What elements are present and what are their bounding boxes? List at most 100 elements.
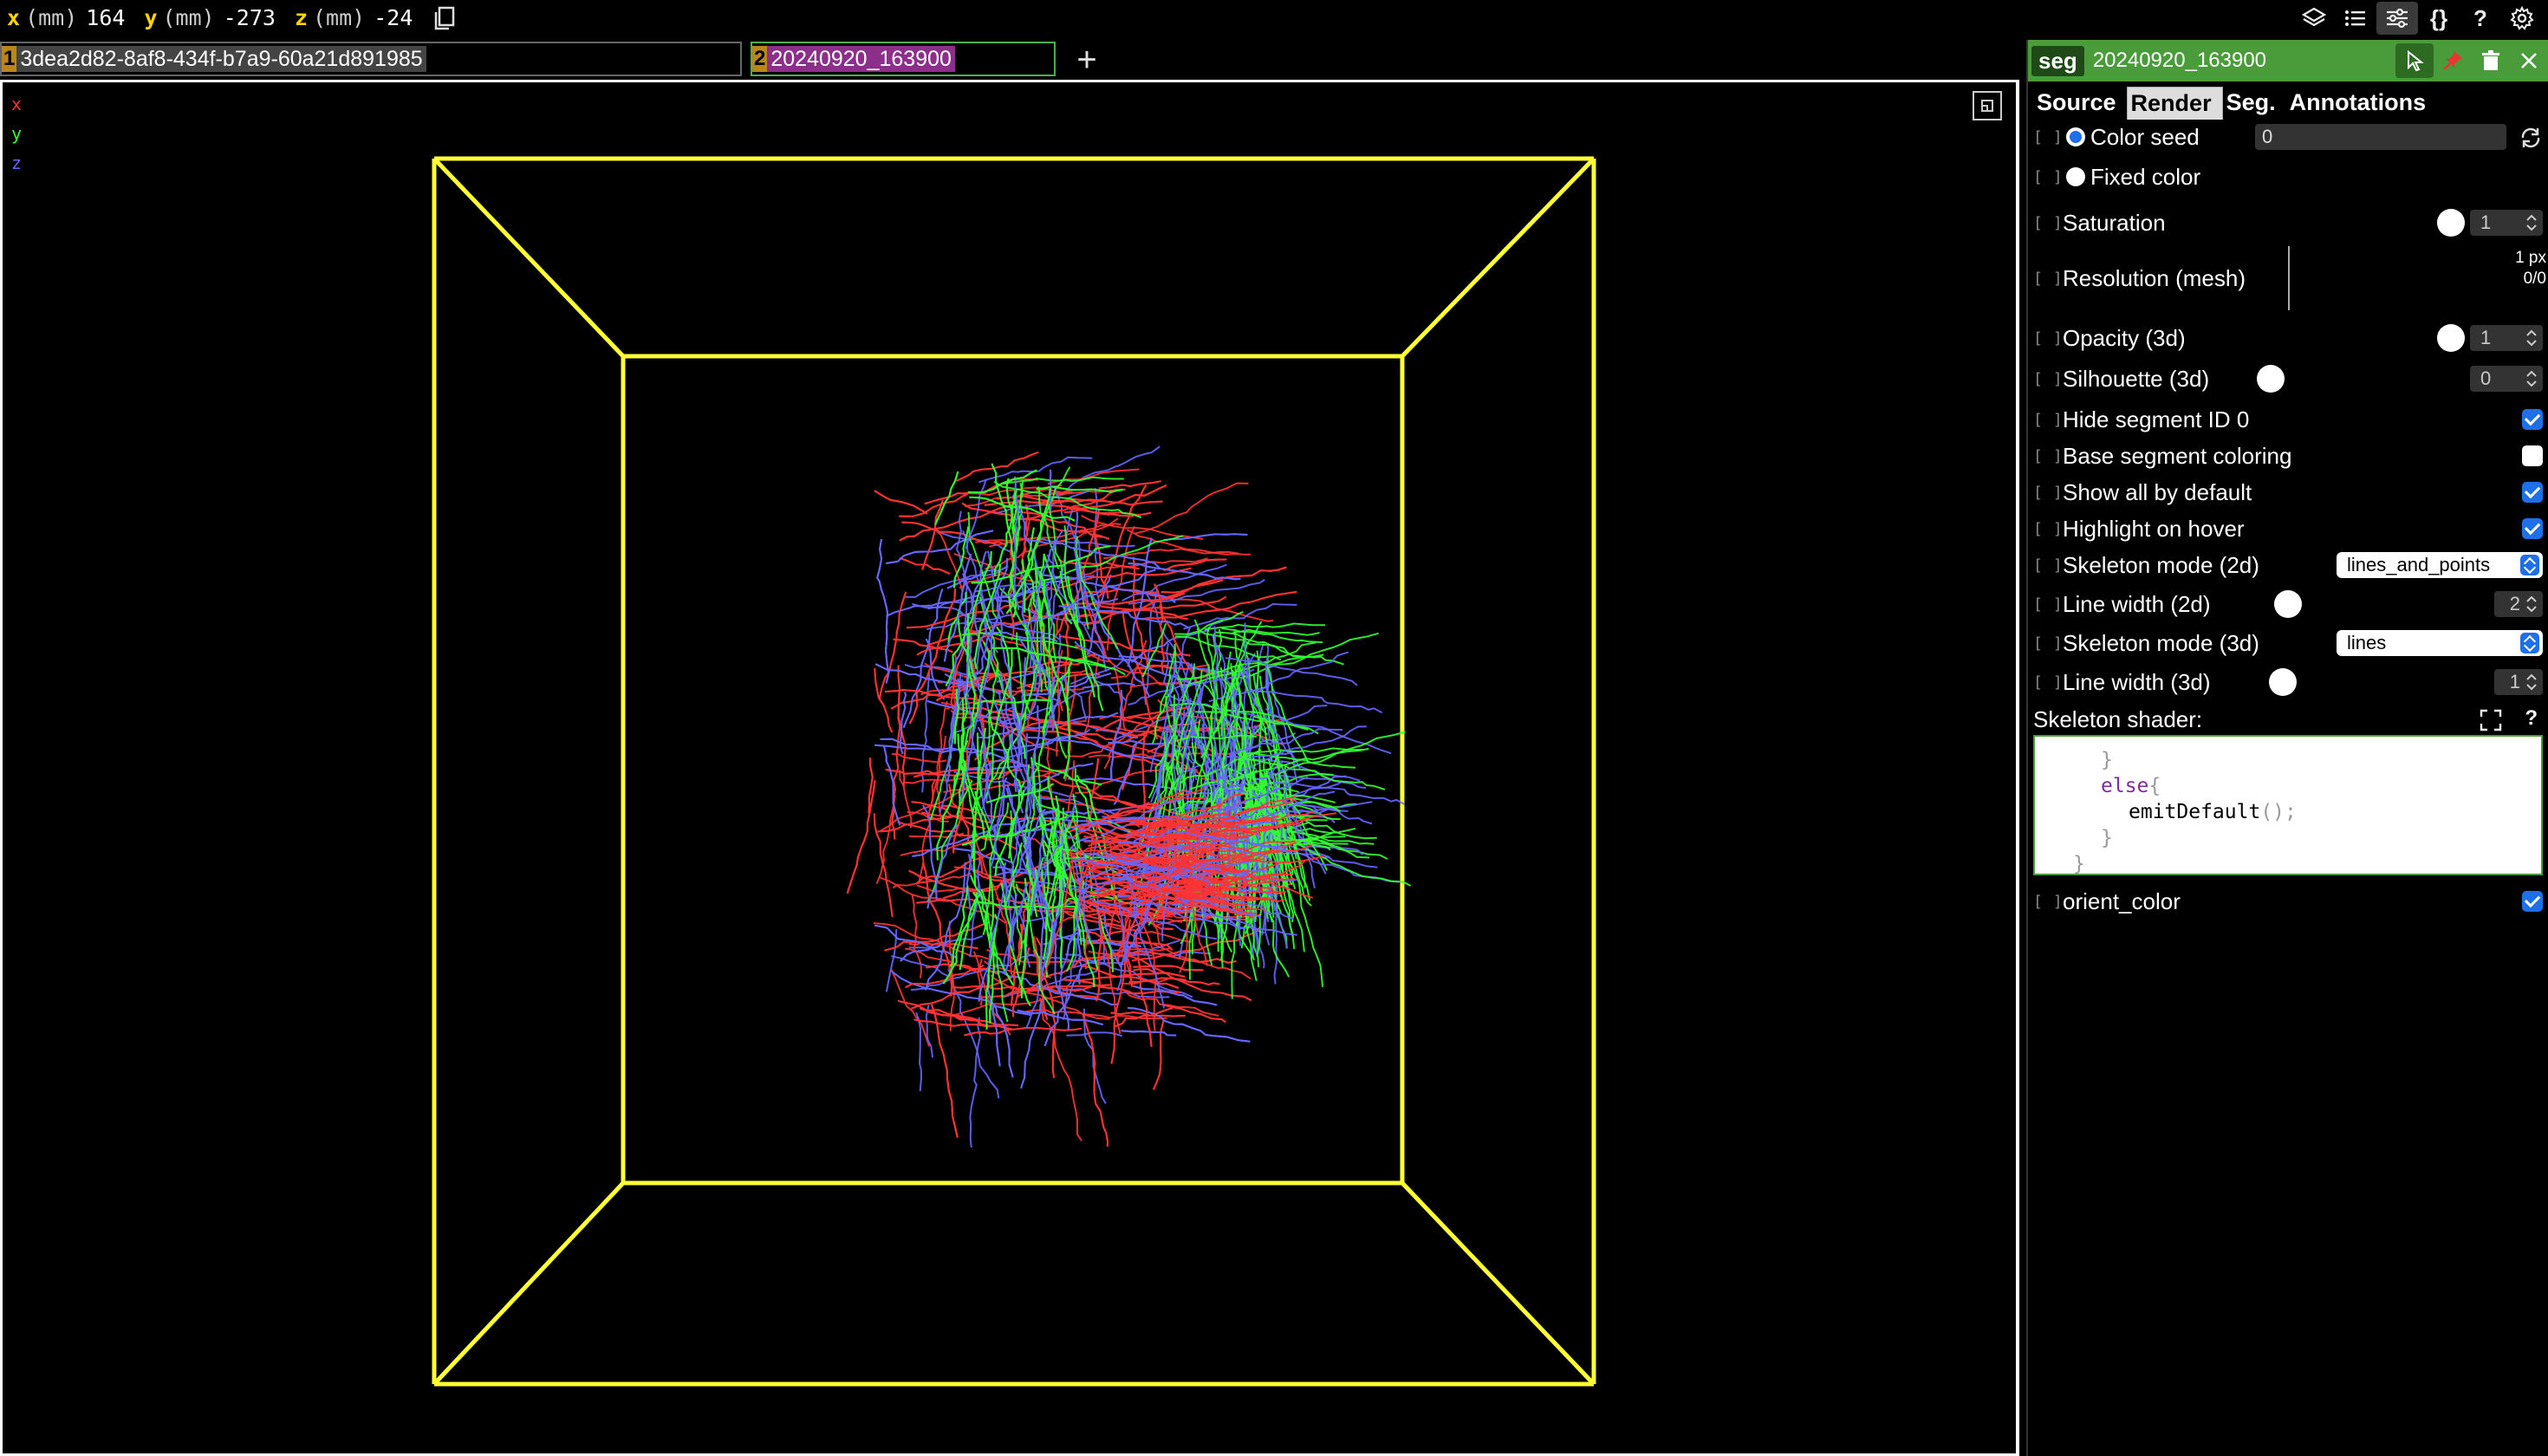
layers-icon[interactable] [2293, 2, 2335, 35]
fixed-color-radio[interactable] [2066, 167, 2085, 186]
3d-scene[interactable] [3, 82, 2016, 1453]
code-token: { [2148, 775, 2161, 797]
tab-source[interactable]: Source [2033, 87, 2127, 120]
skeleton-mode-3d-select[interactable]: lines [2337, 630, 2543, 656]
skeleton-strand [885, 929, 898, 992]
resolution-label: Resolution (mesh) [2063, 264, 2246, 291]
position-widget: x (mm) 164 y (mm) -273 z (mm) -24 [7, 5, 456, 30]
axis-legend: x y z [11, 89, 22, 178]
list-icon[interactable] [2335, 2, 2376, 35]
color-seed-radio[interactable] [2066, 127, 2085, 146]
coord-x[interactable]: x (mm) 164 [7, 5, 125, 30]
layer-name[interactable]: 20240920_163900 [767, 46, 955, 72]
coord-z[interactable]: z (mm) -24 [295, 5, 413, 30]
skeleton-strand [1110, 690, 1123, 780]
fullscreen-icon[interactable] [2479, 708, 2503, 732]
opacity-3d-slider-knob[interactable] [2437, 324, 2465, 352]
highlight-on-hover-label: Highlight on hover [2063, 515, 2245, 542]
layer-name[interactable]: 3dea2d82-8af8-434f-b7a9-60a21d891985 [16, 46, 426, 72]
bracket-icon: [] [2033, 483, 2073, 502]
opacity-3d-input[interactable]: 1 [2470, 325, 2543, 351]
orient-color-checkbox[interactable] [2522, 891, 2543, 912]
skeleton-strand [899, 770, 913, 829]
coord-y-unit: (mm) [162, 5, 215, 30]
layer-tab-1[interactable]: 1 3dea2d82-8af8-434f-b7a9-60a21d891985 [0, 42, 742, 76]
coord-y-axis: y [144, 5, 158, 30]
highlight-on-hover-checkbox[interactable] [2522, 518, 2543, 539]
silhouette-3d-input[interactable]: 0 [2470, 366, 2543, 392]
bracket-icon: [] [2033, 556, 2073, 575]
axis-z-label: z [11, 153, 23, 173]
hide-segment-0-checkbox[interactable] [2522, 409, 2543, 430]
code-token: else [2101, 775, 2149, 797]
braces-icon[interactable]: {} [2418, 2, 2460, 35]
saturation-slider-knob[interactable] [2437, 209, 2465, 237]
saturation-input[interactable]: 1 [2470, 210, 2543, 236]
sliders-icon[interactable] [2376, 2, 2418, 35]
color-seed-row: [] Color seed 0 [2028, 120, 2548, 154]
skeleton-strand [979, 984, 1112, 998]
line-width-2d-value: 2 [2509, 593, 2520, 614]
braces-icon-text: {} [2429, 4, 2448, 31]
line-width-3d-slider-knob[interactable] [2269, 668, 2297, 696]
help-icon[interactable]: ? [2460, 2, 2501, 35]
skeleton-mode-3d-row: [] Skeleton mode (3d) lines [2028, 626, 2548, 660]
color-seed-input[interactable]: 0 [2255, 124, 2506, 150]
coord-z-value[interactable]: -24 [374, 5, 413, 30]
line-width-2d-row: [] Line width (2d) 2 [2028, 587, 2548, 621]
show-all-checkbox[interactable] [2522, 482, 2543, 503]
bracket-icon: [] [2033, 673, 2073, 692]
skeleton-strand [1124, 990, 1219, 1017]
add-layer-button[interactable]: + [1069, 42, 1104, 78]
color-seed-label: Color seed [2090, 123, 2200, 150]
bounding-box-edge [1401, 1181, 1596, 1386]
hide-segment-0-row: [] Hide segment ID 0 [2028, 402, 2548, 437]
pick-cursor-icon[interactable] [2395, 43, 2434, 78]
bounding-box-edge [432, 1181, 625, 1386]
coord-x-value[interactable]: 164 [86, 5, 125, 30]
code-line: } [2045, 825, 2541, 851]
base-segment-coloring-row: [] Base segment coloring [2028, 439, 2548, 473]
saturation-value: 1 [2480, 211, 2492, 233]
tab-annotations[interactable]: Annotations [2286, 87, 2436, 120]
bracket-icon: [] [2033, 328, 2073, 348]
layer-type-badge: seg [2031, 45, 2084, 76]
pin-icon[interactable] [2434, 43, 2472, 78]
silhouette-3d-slider-knob[interactable] [2257, 365, 2285, 393]
bracket-icon: [] [2033, 446, 2073, 465]
coord-y[interactable]: y (mm) -273 [144, 5, 276, 30]
refresh-icon[interactable] [2519, 126, 2543, 150]
bounding-box-edge [1401, 157, 1596, 358]
tab-seg[interactable]: Seg. [2223, 87, 2286, 120]
coord-y-value[interactable]: -273 [224, 5, 276, 30]
resolution-slider[interactable] [2288, 246, 2290, 310]
code-token: } [2101, 827, 2113, 849]
skeleton-mode-2d-select[interactable]: lines_and_points [2337, 552, 2543, 578]
coord-z-axis: z [294, 5, 308, 30]
base-segment-coloring-checkbox[interactable] [2522, 445, 2543, 466]
tab-render[interactable]: Render [2126, 87, 2223, 120]
copy-icon[interactable] [433, 6, 456, 30]
line-width-3d-label: Line width (3d) [2063, 668, 2211, 695]
line-width-2d-slider-knob[interactable] [2274, 590, 2302, 618]
line-width-3d-input[interactable]: 1 [2494, 669, 2543, 695]
code-line: } [2045, 747, 2541, 773]
skeleton-strand [902, 588, 944, 728]
show-all-row: [] Show all by default [2028, 475, 2548, 510]
skeleton-strand [964, 1026, 1082, 1037]
delete-icon[interactable] [2472, 43, 2510, 78]
code-line-clipped [2045, 737, 2541, 747]
shader-help-icon[interactable]: ? [2525, 706, 2538, 731]
skeleton-strand [874, 490, 928, 515]
panel-title[interactable]: 20240920_163900 [2093, 49, 2395, 73]
3d-viewer-panel[interactable]: x y z [0, 80, 2019, 1456]
skeleton-strands [846, 445, 1412, 1148]
skeleton-strand [1106, 525, 1135, 651]
maximize-panel-icon[interactable] [1973, 91, 2002, 120]
layer-tab-2[interactable]: 2 20240920_163900 [751, 42, 1056, 76]
shader-code-editor[interactable]: } else{ emitDefault(); } } [2033, 735, 2543, 875]
settings-icon[interactable] [2501, 2, 2543, 35]
line-width-2d-input[interactable]: 2 [2494, 591, 2543, 617]
skeleton-strand [874, 668, 894, 733]
close-icon[interactable] [2510, 43, 2548, 78]
